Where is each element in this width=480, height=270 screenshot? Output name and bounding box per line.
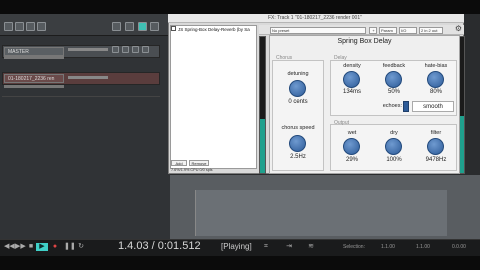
dry-label: dry xyxy=(390,130,398,136)
track-button[interactable] xyxy=(112,46,119,53)
volume-slider[interactable] xyxy=(68,76,108,79)
detuning-knob[interactable] xyxy=(289,80,306,97)
input-meter xyxy=(259,36,266,174)
fx-window-title: FX: Track 1 "01-180217_2236 render 001" xyxy=(268,15,362,21)
plugin-name: Spring Box Delay xyxy=(337,38,392,45)
gear-icon[interactable]: ⚙ xyxy=(454,24,463,33)
timecode-display: 1.4.03 / 0:01.512 xyxy=(118,240,201,252)
selection-start[interactable]: 1.1.00 xyxy=(381,244,395,250)
wet-value: 29% xyxy=(345,157,358,163)
toolbar-button[interactable] xyxy=(125,22,134,31)
arrange-view[interactable] xyxy=(195,190,447,236)
section-label: Chorus xyxy=(276,55,293,61)
chorus-speed-label: chorus speed xyxy=(281,125,315,131)
hate-bias-knob[interactable] xyxy=(427,71,444,88)
preset-select[interactable]: No preset xyxy=(270,27,366,34)
preset-add-button[interactable]: + xyxy=(369,27,377,34)
fx-chain-list[interactable] xyxy=(170,25,257,169)
selection-length[interactable]: 0.0.00 xyxy=(452,244,466,250)
filter-value: 9478Hz xyxy=(425,157,447,163)
pan-slider[interactable] xyxy=(4,85,64,88)
toolbar-button[interactable] xyxy=(26,22,35,31)
pause-icon[interactable]: ❚❚ xyxy=(64,243,76,251)
track-name[interactable]: MASTER xyxy=(4,47,64,56)
toolbar-button[interactable] xyxy=(112,22,121,31)
toolbar-button[interactable] xyxy=(15,22,24,31)
echoes-stepper[interactable] xyxy=(403,101,409,112)
add-button[interactable]: Add xyxy=(171,160,187,166)
fx-enable-checkbox[interactable] xyxy=(171,26,176,31)
record-icon[interactable]: ● xyxy=(51,243,59,251)
feedback-knob[interactable] xyxy=(385,71,402,88)
meter-level xyxy=(260,118,265,173)
io-button[interactable]: I/O xyxy=(399,27,417,34)
toolbar-button[interactable] xyxy=(150,22,159,31)
chorus-speed-value: 2.5Hz xyxy=(290,154,306,160)
detuning-value: 0 cents xyxy=(288,99,308,105)
density-label: density xyxy=(343,63,361,69)
toolbar-button[interactable] xyxy=(4,22,13,31)
section-label: Delay xyxy=(334,55,347,61)
hate-bias-value: 80% xyxy=(429,89,442,95)
chorus-speed-knob[interactable] xyxy=(289,135,306,152)
loop-icon[interactable]: ↻ xyxy=(77,243,85,251)
feedback-value: 50% xyxy=(387,89,400,95)
forward-icon[interactable]: ▶▶ xyxy=(15,243,26,251)
track-button[interactable] xyxy=(142,46,149,53)
remove-button[interactable]: Remove xyxy=(189,160,209,166)
detuning-label: detuning xyxy=(287,71,309,77)
hate-bias-label: hate-bias xyxy=(424,63,448,69)
play-icon[interactable]: ▶ xyxy=(36,243,48,251)
density-knob[interactable] xyxy=(343,71,360,88)
stop-icon[interactable]: ■ xyxy=(27,243,35,251)
section-label: Output xyxy=(334,120,350,126)
volume-slider[interactable] xyxy=(68,48,108,51)
param-button[interactable]: Param xyxy=(379,27,397,34)
grid-icon[interactable]: ⌗ xyxy=(262,243,270,251)
feedback-label: feedback xyxy=(382,63,406,69)
pan-slider[interactable] xyxy=(4,56,64,59)
track-button[interactable] xyxy=(132,46,139,53)
echoes-select[interactable]: smooth xyxy=(412,101,454,112)
selection-end[interactable]: 1.1.00 xyxy=(416,244,430,250)
selection-label: Selection: xyxy=(343,244,365,250)
track-button[interactable] xyxy=(122,46,129,53)
fx-window-titlebar[interactable]: FX: Track 1 "01-180217_2236 render 001" xyxy=(168,14,464,23)
cpu-usage: 7.6%/1.9% CPU 0/0 spls xyxy=(171,168,213,172)
toolbar-button[interactable] xyxy=(37,22,46,31)
dry-value: 100% xyxy=(386,157,402,163)
track-name[interactable]: 01-180217_2236 ren xyxy=(4,74,64,83)
wet-knob[interactable] xyxy=(343,138,360,155)
divider xyxy=(2,96,160,97)
dry-knob[interactable] xyxy=(385,138,402,155)
wet-label: wet xyxy=(347,130,357,136)
ripple-icon[interactable]: ≋ xyxy=(307,243,315,251)
track-panel xyxy=(0,36,170,239)
fx-item[interactable]: JS Spring-Box Delay-Reverb (by Sa xyxy=(178,26,263,34)
filter-label: filter xyxy=(430,130,442,136)
toolbar-toggle[interactable] xyxy=(138,22,147,31)
snap-icon[interactable]: ⇥ xyxy=(285,243,293,251)
io-routing-button[interactable]: 2 in 2 out xyxy=(419,27,443,34)
density-value: 134ms xyxy=(342,89,361,95)
rewind-icon[interactable]: ◀◀ xyxy=(4,243,15,251)
echoes-label: echoes: xyxy=(382,103,402,109)
filter-knob[interactable] xyxy=(427,138,444,155)
play-state: [Playing] xyxy=(221,242,252,251)
